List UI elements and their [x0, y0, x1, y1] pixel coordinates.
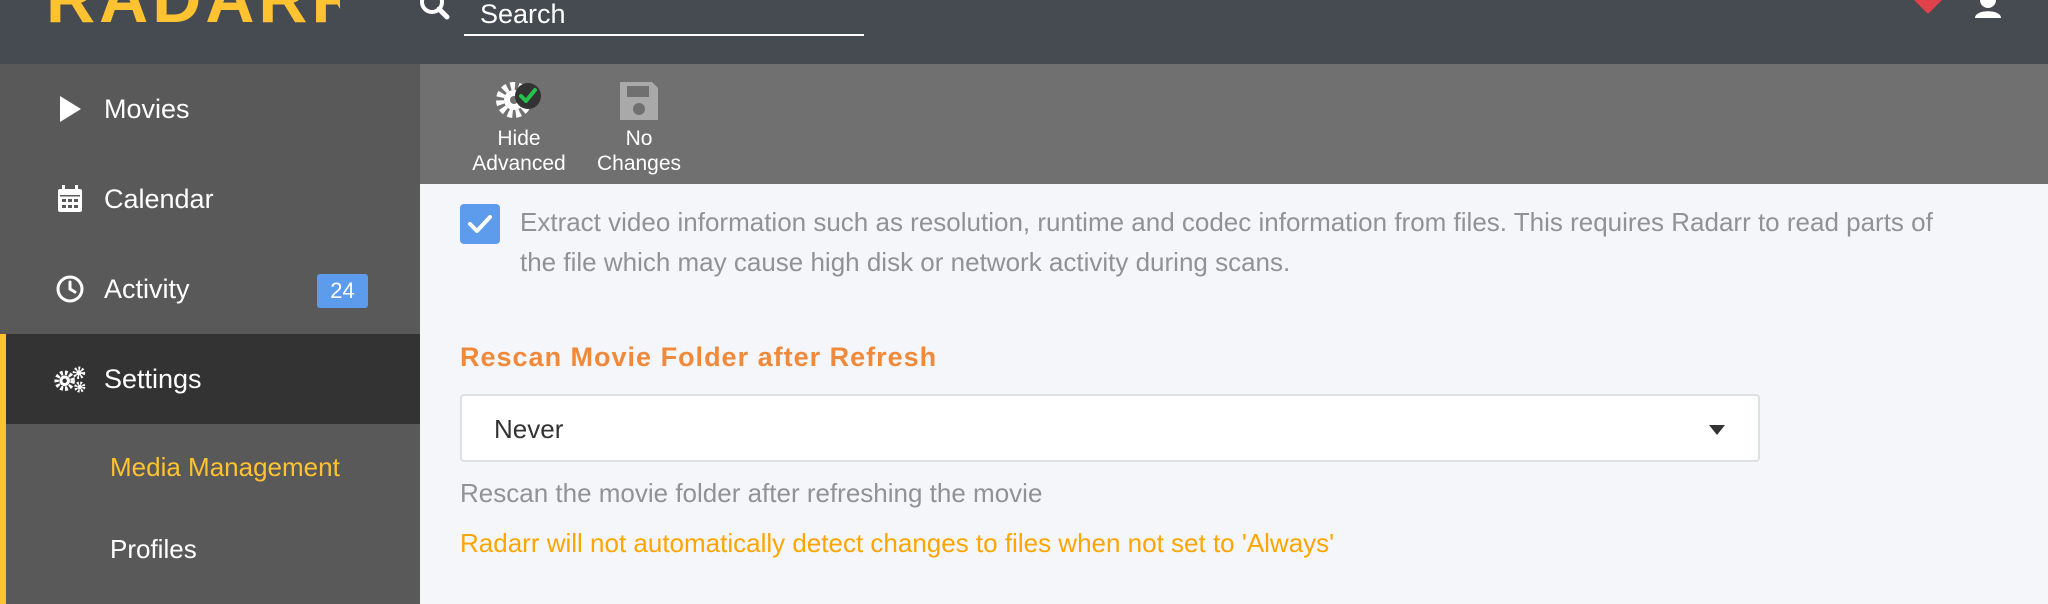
- user-icon[interactable]: [1972, 0, 2004, 20]
- sidebar-item-activity[interactable]: Activity 24: [0, 244, 420, 334]
- sidebar-subitem-label: Profiles: [110, 533, 197, 564]
- settings-submenu: Media Management Profiles: [0, 423, 420, 604]
- sidebar-item-label: Activity: [104, 273, 190, 304]
- sidebar-item-settings[interactable]: Settings: [0, 334, 420, 424]
- hide-advanced-button[interactable]: Hide Advanced: [464, 78, 574, 182]
- sidebar-subitem-media-management[interactable]: Media Management: [6, 427, 420, 507]
- rescan-folder-value: Never: [494, 414, 564, 444]
- settings-content: Extract video information such as resolu…: [420, 184, 2048, 604]
- sidebar-item-calendar[interactable]: Calendar: [0, 154, 420, 244]
- sidebar-item-movies[interactable]: Movies: [0, 64, 420, 154]
- extract-media-info-help: Extract video information such as resolu…: [520, 207, 1933, 277]
- sidebar-item-label: Calendar: [104, 183, 214, 214]
- save-button[interactable]: No Changes: [584, 78, 694, 182]
- calendar-icon: [54, 183, 86, 215]
- activity-count-badge: 24: [317, 274, 368, 308]
- toolbar: Hide Advanced No Changes: [420, 64, 2048, 184]
- rescan-folder-label: Rescan Movie Folder after Refresh: [460, 342, 938, 372]
- clock-icon: [54, 273, 86, 305]
- sidebar: Movies Calendar Activity 24 Settings Med…: [0, 64, 420, 604]
- rescan-folder-warning: Radarr will not automatically detect cha…: [460, 528, 1335, 558]
- advanced-settings-icon: [492, 78, 546, 124]
- sidebar-item-label: Settings: [104, 363, 202, 394]
- extract-media-info-checkbox[interactable]: [460, 204, 500, 244]
- rescan-folder-help: Rescan the movie folder after refreshing…: [460, 478, 1043, 508]
- sidebar-item-label: Movies: [104, 93, 190, 124]
- checkmark-icon: [468, 215, 492, 233]
- floppy-disk-icon: [612, 78, 666, 124]
- hide-advanced-label: Hide Advanced: [472, 127, 566, 175]
- rescan-folder-select[interactable]: Never: [460, 394, 1760, 462]
- no-changes-label: No Changes: [596, 127, 682, 175]
- play-icon: [54, 93, 86, 125]
- gears-icon: [54, 363, 86, 395]
- search-input[interactable]: [464, 0, 864, 36]
- sidebar-subitem-profiles[interactable]: Profiles: [6, 509, 420, 589]
- page-header: RADARR: [0, 0, 2048, 64]
- search-icon[interactable]: [418, 0, 452, 24]
- chevron-down-icon: [1709, 425, 1725, 435]
- heart-icon[interactable]: [1910, 0, 1946, 20]
- logo[interactable]: RADARR: [40, 0, 340, 48]
- logo-text: RADARR: [46, 0, 340, 38]
- sidebar-subitem-label: Media Management: [110, 451, 340, 482]
